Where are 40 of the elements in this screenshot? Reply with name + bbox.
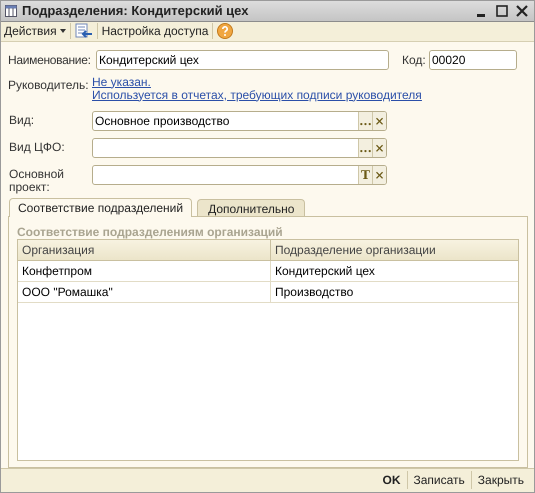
table-cell: ООО "Ромашка" bbox=[18, 282, 271, 302]
manager-link[interactable]: Не указан. bbox=[92, 76, 422, 89]
input-field[interactable]: T × bbox=[92, 164, 387, 185]
close-icon[interactable] bbox=[516, 4, 528, 17]
manager-hint-link[interactable]: Используется в отчетах, требующих подписи руководителя bbox=[92, 88, 422, 102]
ok-button[interactable]: OK bbox=[376, 471, 406, 490]
form-button[interactable]: Записать bbox=[408, 471, 471, 490]
document-arrow-icon[interactable] bbox=[74, 23, 93, 40]
table-cell-text: Кондитерский цех bbox=[274, 262, 376, 280]
input-field[interactable]: ... × bbox=[92, 138, 387, 158]
column-header[interactable]: Подразделение организации bbox=[271, 240, 518, 260]
table-icon bbox=[5, 4, 17, 17]
field-label: Руководитель: bbox=[8, 76, 90, 94]
field-label: Код: bbox=[402, 52, 427, 69]
access-settings-button[interactable]: Настройка доступа bbox=[102, 22, 208, 40]
maximize-icon[interactable] bbox=[496, 4, 508, 17]
column-header[interactable]: Организация bbox=[18, 240, 271, 260]
clear-button[interactable]: × bbox=[372, 166, 386, 184]
window-title: Подразделения: Кондитерский цех bbox=[22, 2, 248, 20]
help-icon[interactable] bbox=[217, 23, 234, 40]
input-field[interactable]: Основное производство ... × bbox=[92, 110, 387, 131]
choose-button[interactable]: ... bbox=[358, 112, 372, 130]
choose-button[interactable]: ... bbox=[358, 138, 372, 157]
field-label: Вид: bbox=[9, 112, 36, 127]
field-label: Наименование: bbox=[8, 52, 92, 69]
clear-button[interactable]: × bbox=[372, 112, 386, 130]
name-input[interactable]: Кондитерский цех bbox=[96, 50, 389, 70]
tab[interactable]: Соответствие подразделений bbox=[9, 198, 192, 217]
table-cell: Конфетпром bbox=[18, 260, 271, 281]
tab[interactable]: Дополнительно bbox=[197, 198, 306, 216]
field-label: Вид ЦФО: bbox=[9, 138, 66, 154]
field-label: Основной проект: bbox=[9, 166, 66, 194]
clear-button[interactable]: × bbox=[372, 138, 386, 157]
choose-button[interactable]: T bbox=[358, 166, 372, 184]
table-cell-text: Производство bbox=[274, 284, 354, 301]
caret-icon bbox=[60, 29, 66, 34]
code-input[interactable]: 00020 bbox=[429, 50, 517, 70]
actions-menu[interactable]: Действия bbox=[4, 22, 66, 40]
group-title: Соответствие подразделениям организаций bbox=[17, 224, 284, 239]
form-button[interactable]: Закрыть bbox=[472, 471, 530, 490]
